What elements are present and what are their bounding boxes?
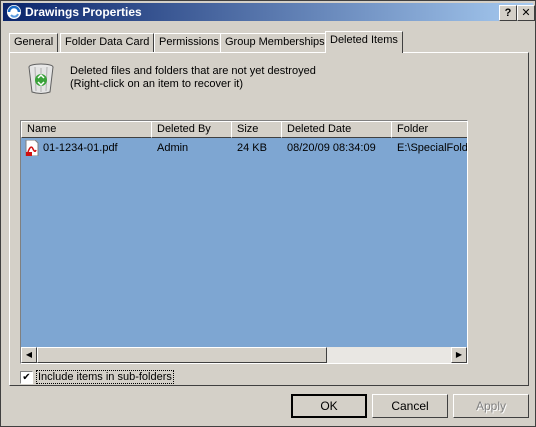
title-bar: Drawings Properties ? ✕ [3, 3, 535, 21]
help-button[interactable]: ? [499, 5, 517, 21]
app-icon [7, 5, 21, 19]
scroll-right-icon[interactable]: ▶ [451, 347, 467, 363]
column-header-deleted-date[interactable]: Deleted Date [281, 121, 392, 138]
deleted-items-list[interactable]: Name Deleted By Size Deleted Date Folder… [20, 120, 468, 364]
properties-dialog: Drawings Properties ? ✕ General Folder D… [0, 0, 536, 427]
scroll-thumb[interactable] [37, 347, 327, 363]
tab-deleted-items[interactable]: Deleted Items [325, 31, 403, 53]
column-header-folder[interactable]: Folder [391, 121, 467, 138]
tab-folder-data-card[interactable]: Folder Data Card [60, 33, 155, 52]
info-line-1: Deleted files and folders that are not y… [70, 65, 316, 77]
cancel-button[interactable]: Cancel [372, 394, 448, 418]
tab-permissions[interactable]: Permissions [154, 33, 224, 52]
column-header-size[interactable]: Size [231, 121, 282, 138]
horizontal-scrollbar[interactable]: ◀ ▶ [21, 347, 467, 363]
close-button[interactable]: ✕ [517, 5, 535, 21]
column-header-name[interactable]: Name [21, 121, 152, 138]
scroll-left-icon[interactable]: ◀ [21, 347, 37, 363]
deleted-items-panel: Deleted files and folders that are not y… [9, 52, 529, 386]
row-deleted-by: Admin [157, 142, 189, 154]
row-name: 01-1234-01.pdf [43, 142, 118, 154]
tab-strip: General Folder Data Card Permissions Gro… [9, 31, 529, 53]
row-folder: E:\SpecialFolder [397, 142, 467, 154]
window-title: Drawings Properties [25, 5, 142, 19]
recycle-bin-icon [28, 63, 54, 94]
tab-general[interactable]: General [9, 33, 59, 52]
row-size: 24 KB [237, 142, 267, 154]
tab-group-memberships[interactable]: Group Memberships [220, 33, 330, 52]
pdf-file-icon [25, 140, 39, 156]
ok-button[interactable]: OK [291, 394, 367, 418]
list-header: Name Deleted By Size Deleted Date Folder [21, 121, 467, 138]
include-subfolders-label[interactable]: Include items in sub-folders [36, 370, 174, 384]
table-row[interactable]: 01-1234-01.pdf Admin 24 KB 08/20/09 08:3… [21, 140, 467, 156]
row-deleted-date: 08/20/09 08:34:09 [287, 142, 376, 154]
apply-button[interactable]: Apply [453, 394, 529, 418]
info-line-2: (Right-click on an item to recover it) [70, 78, 243, 90]
column-header-deleted-by[interactable]: Deleted By [151, 121, 232, 138]
include-subfolders-checkbox[interactable]: ✔ [20, 371, 33, 384]
